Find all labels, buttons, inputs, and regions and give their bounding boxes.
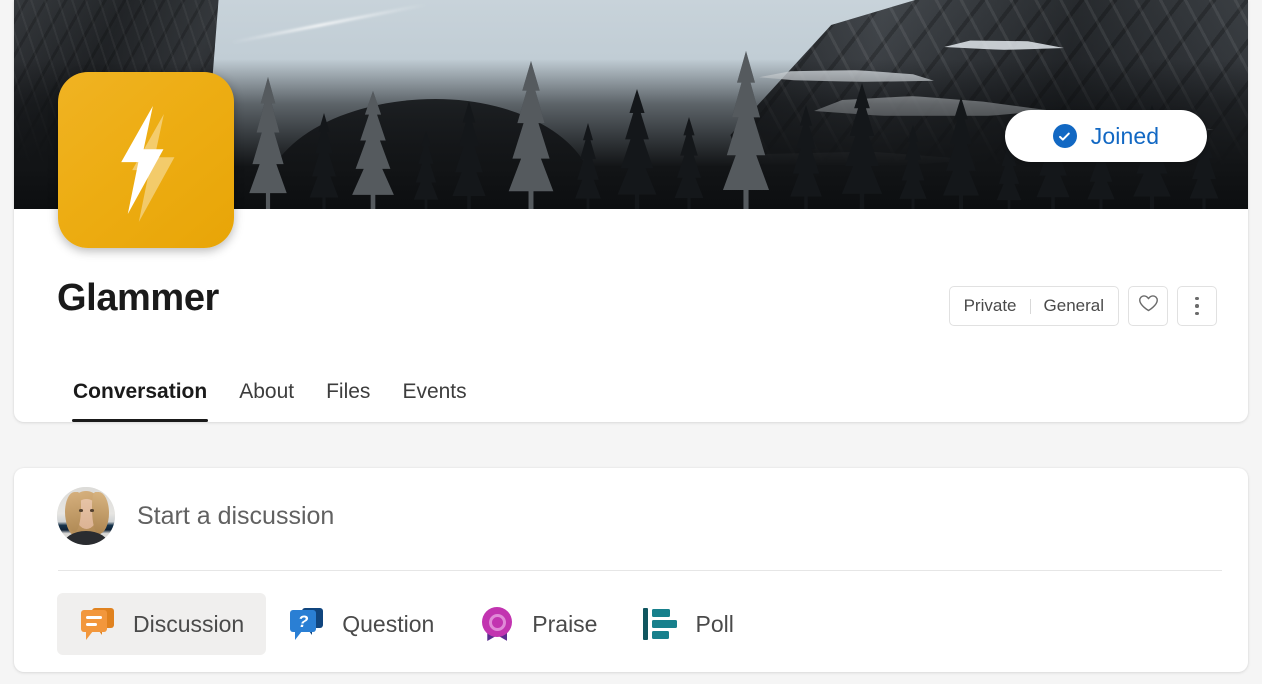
group-privacy-pill[interactable]: Private General [948, 286, 1119, 326]
heart-icon [1138, 294, 1159, 318]
group-tabs: Conversation About Files Events [57, 354, 483, 422]
privacy-separator [1029, 298, 1031, 314]
post-type-selector: Discussion ? Question Praise Poll [57, 593, 756, 655]
post-type-label: Discussion [133, 610, 245, 637]
more-options-button[interactable] [1177, 286, 1217, 326]
tab-label: Files [326, 380, 371, 403]
tab-label: Events [402, 380, 467, 403]
tab-events[interactable]: Events [386, 380, 482, 422]
tab-label: Conversation [73, 380, 208, 403]
avatar [57, 487, 115, 545]
tab-files[interactable]: Files [310, 380, 386, 422]
group-page: Joined Glammer Private General Conversat… [0, 0, 1262, 684]
poll-bars-icon [641, 605, 679, 643]
favorite-button[interactable] [1128, 286, 1168, 326]
post-type-label: Poll [695, 610, 734, 637]
post-composer-card: Start a discussion Discussion ? Question… [14, 468, 1248, 672]
post-type-poll[interactable]: Poll [619, 593, 755, 655]
more-vertical-icon [1195, 296, 1199, 316]
header-actions: Private General [948, 286, 1217, 326]
post-type-praise[interactable]: Praise [456, 593, 619, 655]
composer-divider [58, 570, 1222, 571]
praise-badge-icon [478, 605, 516, 643]
post-type-label: Question [342, 610, 435, 637]
tab-label: About [239, 380, 295, 403]
post-type-question[interactable]: ? Question [266, 593, 456, 655]
joined-button-label: Joined [1090, 122, 1160, 149]
joined-button[interactable]: Joined [1005, 110, 1207, 162]
composer-header: Start a discussion [57, 487, 334, 545]
check-circle-icon [1052, 124, 1077, 148]
group-meta: Glammer Private General Conversation Abo… [14, 209, 1248, 422]
tab-about[interactable]: About [223, 380, 310, 422]
post-type-label: Praise [532, 610, 598, 637]
group-header-card: Joined Glammer Private General Conversat… [14, 0, 1248, 422]
post-type-discussion[interactable]: Discussion [57, 593, 267, 655]
group-privacy-label: Private [963, 296, 1017, 315]
start-discussion-input[interactable]: Start a discussion [137, 502, 334, 531]
page-title: Glammer [57, 277, 219, 319]
tab-conversation[interactable]: Conversation [57, 380, 223, 422]
discussion-bubble-icon [79, 605, 117, 643]
group-category-label: General [1043, 296, 1104, 315]
question-bubble-icon: ? [288, 605, 326, 643]
